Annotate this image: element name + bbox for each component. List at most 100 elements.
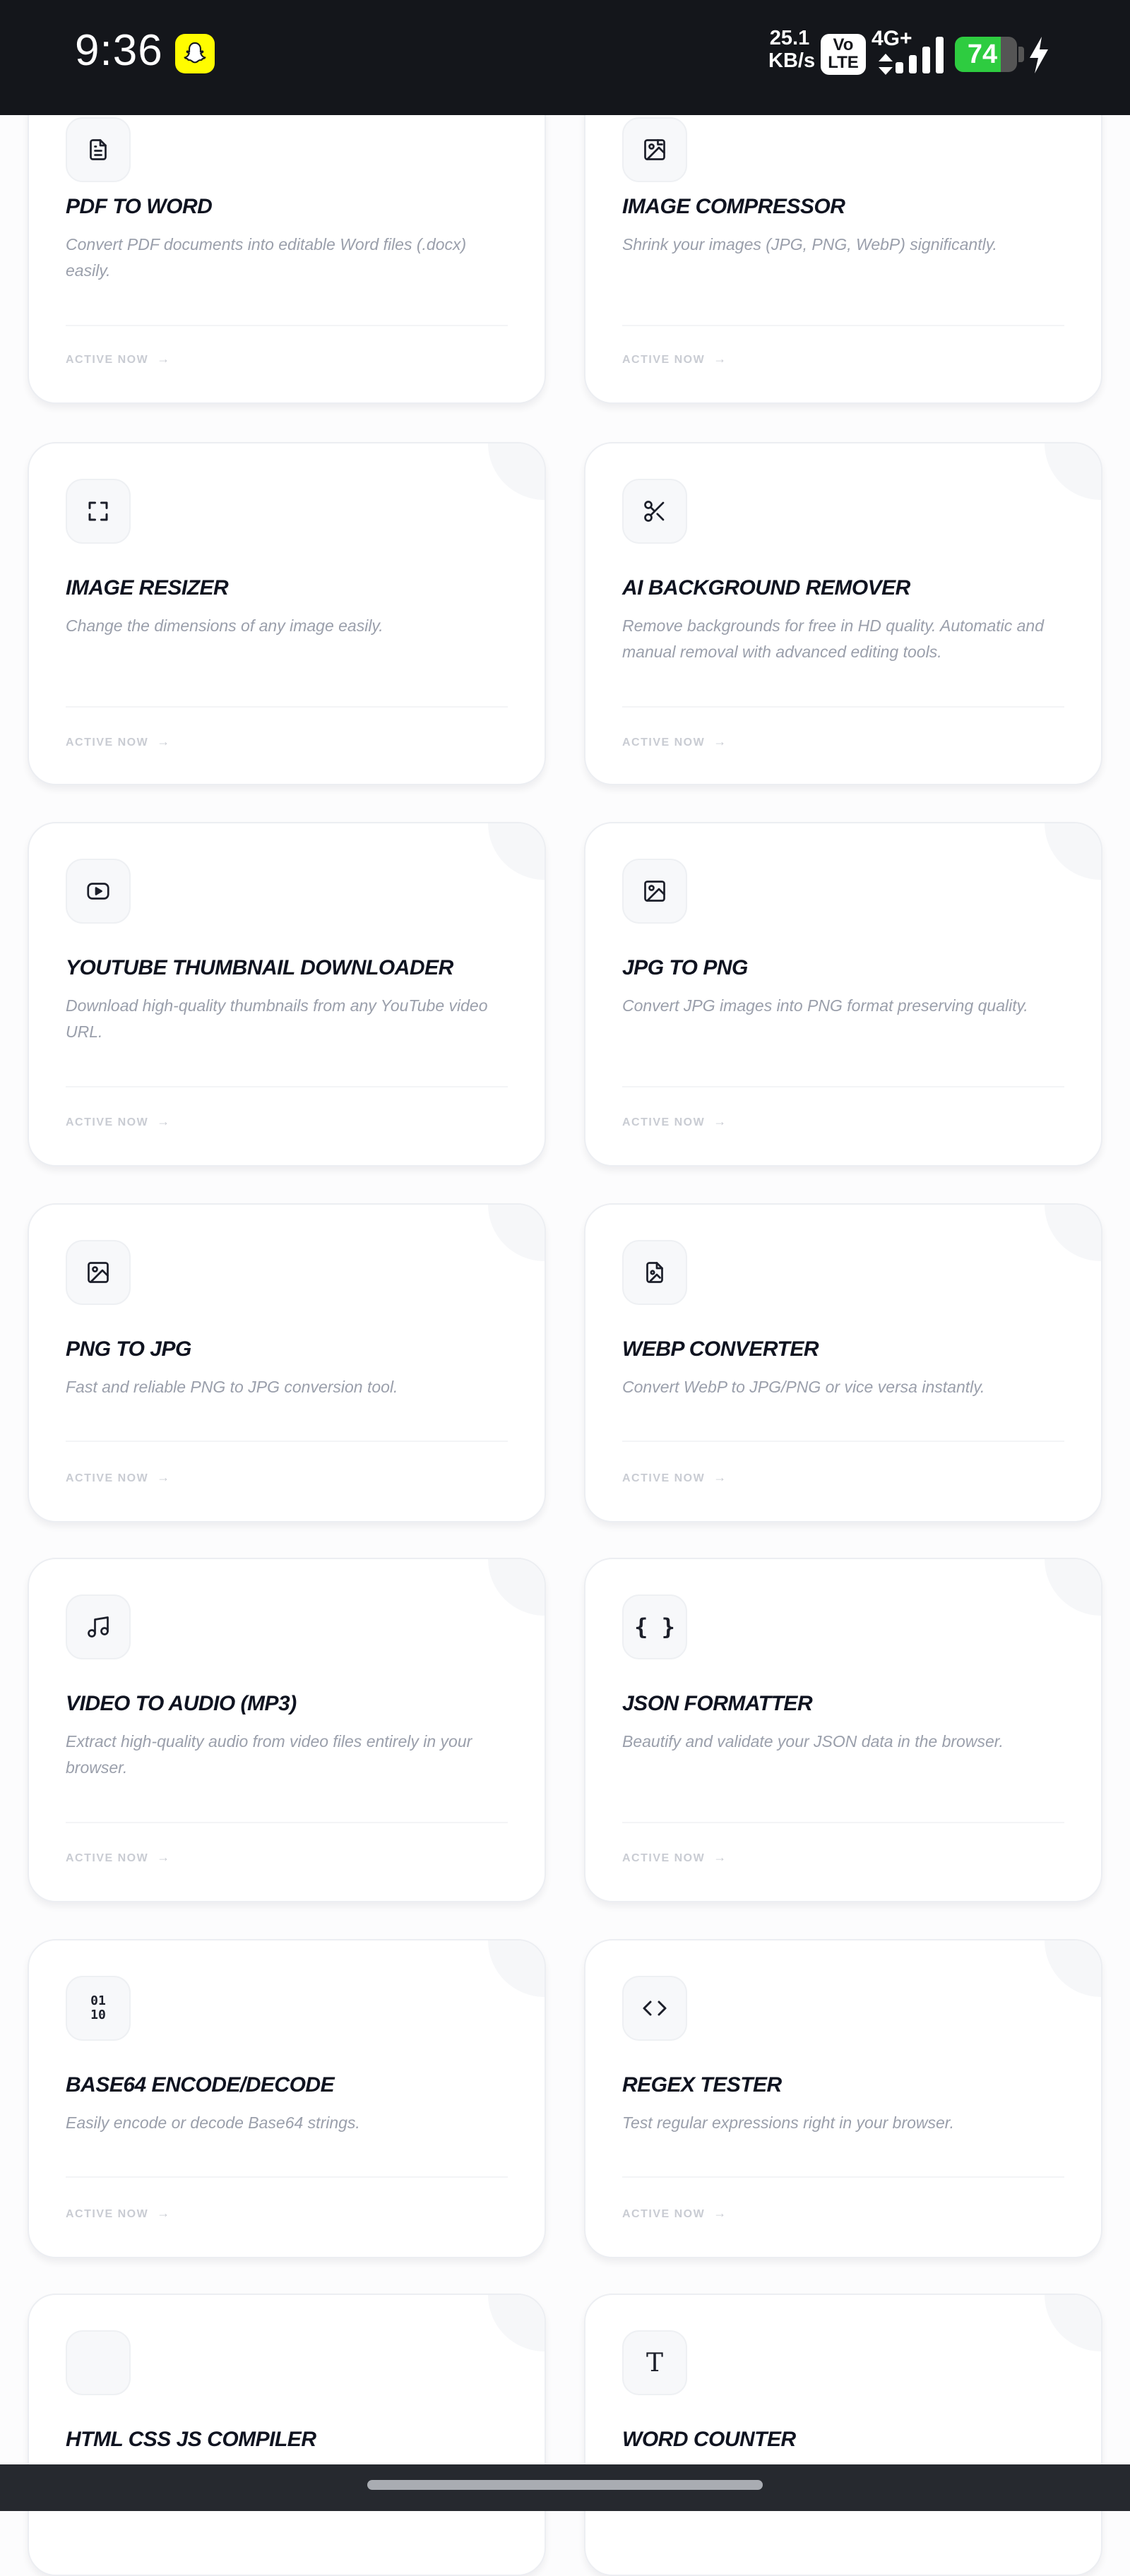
type-icon: T: [622, 2330, 687, 2395]
active-now-link[interactable]: ACTIVE NOW →: [622, 1114, 727, 1129]
charging-icon: [1030, 37, 1048, 73]
tool-card-image-resizer[interactable]: IMAGE RESIZER Change the dimensions of a…: [28, 442, 546, 785]
home-gesture-handle[interactable]: [367, 2480, 763, 2490]
divider: [622, 1822, 1064, 1823]
tool-description: Convert JPG images into PNG format prese…: [622, 996, 1028, 1015]
tool-description: Remove backgrounds for free in HD qualit…: [622, 616, 1045, 661]
tool-card-regex-tester[interactable]: REGEX TESTER Test regular expressions ri…: [584, 1939, 1102, 2258]
tool-title: WEBP CONVERTER: [622, 1337, 819, 1361]
snapchat-icon: [175, 34, 215, 73]
card-corner-decoration: [1045, 823, 1101, 880]
tool-title: JSON FORMATTER: [622, 1692, 813, 1715]
tool-card-png-to-jpg[interactable]: PNG TO JPG Fast and reliable PNG to JPG …: [28, 1203, 546, 1522]
scissors-icon: [622, 479, 687, 544]
tool-description: Convert WebP to JPG/PNG or vice versa in…: [622, 1378, 985, 1396]
active-now-link[interactable]: ACTIVE NOW →: [66, 1850, 171, 1865]
card-corner-decoration: [1045, 1205, 1101, 1261]
card-corner-decoration: [1045, 443, 1101, 500]
compiler-icon: [66, 2330, 131, 2395]
tool-title: VIDEO TO AUDIO (MP3): [66, 1692, 297, 1715]
tool-title: PDF TO WORD: [66, 195, 213, 218]
tool-card-youtube-thumbnail-downloader[interactable]: YOUTUBE THUMBNAIL DOWNLOADER Download hi…: [28, 822, 546, 1167]
card-corner-decoration: [488, 1559, 545, 1616]
code-icon: [622, 1976, 687, 2041]
tool-card-webp-converter[interactable]: WEBP CONVERTER Convert WebP to JPG/PNG o…: [584, 1203, 1102, 1522]
arrow-right-icon: →: [157, 1850, 171, 1864]
card-corner-decoration: [1045, 1940, 1101, 1997]
arrow-right-icon: →: [713, 734, 727, 749]
card-corner-decoration: [488, 823, 545, 880]
arrow-right-icon: →: [157, 352, 171, 366]
binary-icon: 01 10: [66, 1976, 131, 2041]
image-icon: [66, 1240, 131, 1305]
divider: [622, 706, 1064, 708]
divider: [622, 1086, 1064, 1087]
divider: [622, 2176, 1064, 2178]
active-now-link[interactable]: ACTIVE NOW →: [66, 2206, 171, 2221]
navigation-bar: [0, 2464, 1130, 2511]
tool-card-jpg-to-png[interactable]: JPG TO PNG Convert JPG images into PNG f…: [584, 822, 1102, 1167]
tool-title: BASE64 ENCODE/DECODE: [66, 2073, 335, 2097]
tool-description: Fast and reliable PNG to JPG conversion …: [66, 1378, 398, 1396]
file-image-icon: [622, 1240, 687, 1305]
file-text-icon: [66, 117, 131, 182]
arrow-right-icon: →: [713, 1114, 727, 1128]
divider: [622, 325, 1064, 326]
battery-indicator: 74: [955, 37, 1017, 72]
data-arrows-icon: [879, 54, 893, 75]
tool-card-json-formatter[interactable]: { } JSON FORMATTER Beautify and validate…: [584, 1558, 1102, 1902]
arrow-right-icon: →: [713, 1850, 727, 1864]
tool-title: AI BACKGROUND REMOVER: [622, 576, 910, 600]
tool-description: Download high-quality thumbnails from an…: [66, 996, 488, 1041]
tool-card-word-counter[interactable]: T WORD COUNTER: [584, 2294, 1102, 2576]
tool-card-base64[interactable]: 01 10 BASE64 ENCODE/DECODE Easily encode…: [28, 1939, 546, 2258]
active-now-link[interactable]: ACTIVE NOW →: [622, 734, 727, 749]
braces-icon: { }: [622, 1594, 687, 1659]
arrow-right-icon: →: [713, 2206, 727, 2220]
battery-tip: [1018, 47, 1024, 62]
volte-badge: Vo LTE: [821, 34, 866, 75]
tools-grid: PDF TO WORD Convert PDF documents into e…: [0, 0, 1130, 2576]
network-speed: 25.1 KB/s: [768, 27, 816, 72]
signal-icon: [896, 37, 944, 73]
active-now-link[interactable]: ACTIVE NOW →: [66, 1470, 171, 1485]
active-now-link[interactable]: ACTIVE NOW →: [66, 352, 171, 366]
tool-title: WORD COUNTER: [622, 2428, 796, 2451]
youtube-icon: [66, 859, 131, 924]
arrow-right-icon: →: [157, 1470, 171, 1484]
tool-title: HTML CSS JS COMPILER: [66, 2428, 316, 2451]
image-compress-icon: [622, 117, 687, 182]
tool-title: JPG TO PNG: [622, 956, 748, 979]
card-corner-decoration: [488, 1205, 545, 1261]
active-now-link[interactable]: ACTIVE NOW →: [622, 352, 727, 366]
arrow-right-icon: →: [157, 1114, 171, 1128]
card-corner-decoration: [488, 2295, 545, 2351]
divider: [66, 2176, 508, 2178]
tool-card-image-compressor[interactable]: IMAGE COMPRESSOR Shrink your images (JPG…: [584, 85, 1102, 404]
divider: [66, 1441, 508, 1442]
tool-card-video-to-audio[interactable]: VIDEO TO AUDIO (MP3) Extract high-qualit…: [28, 1558, 546, 1902]
active-now-link[interactable]: ACTIVE NOW →: [622, 1470, 727, 1485]
tool-title: IMAGE RESIZER: [66, 576, 229, 600]
tool-card-html-css-js-compiler[interactable]: HTML CSS JS COMPILER: [28, 2294, 546, 2576]
tool-card-ai-background-remover[interactable]: AI BACKGROUND REMOVER Remove backgrounds…: [584, 442, 1102, 785]
active-now-link[interactable]: ACTIVE NOW →: [66, 734, 171, 749]
divider: [66, 1086, 508, 1087]
card-corner-decoration: [1045, 1559, 1101, 1616]
card-corner-decoration: [488, 443, 545, 500]
tool-title: YOUTUBE THUMBNAIL DOWNLOADER: [66, 956, 453, 979]
tool-description: Easily encode or decode Base64 strings.: [66, 2113, 360, 2132]
active-now-link[interactable]: ACTIVE NOW →: [622, 1850, 727, 1865]
image-icon: [622, 859, 687, 924]
divider: [66, 1822, 508, 1823]
divider: [66, 325, 508, 326]
tool-description: Shrink your images (JPG, PNG, WebP) sign…: [622, 235, 997, 254]
tool-description: Extract high-quality audio from video fi…: [66, 1732, 472, 1777]
active-now-link[interactable]: ACTIVE NOW →: [622, 2206, 727, 2221]
arrow-right-icon: →: [157, 734, 171, 749]
divider: [622, 1441, 1064, 1442]
tool-description: Test regular expressions right in your b…: [622, 2113, 955, 2132]
tool-card-pdf-to-word[interactable]: PDF TO WORD Convert PDF documents into e…: [28, 85, 546, 404]
active-now-link[interactable]: ACTIVE NOW →: [66, 1114, 171, 1129]
tool-description: Beautify and validate your JSON data in …: [622, 1732, 1004, 1751]
